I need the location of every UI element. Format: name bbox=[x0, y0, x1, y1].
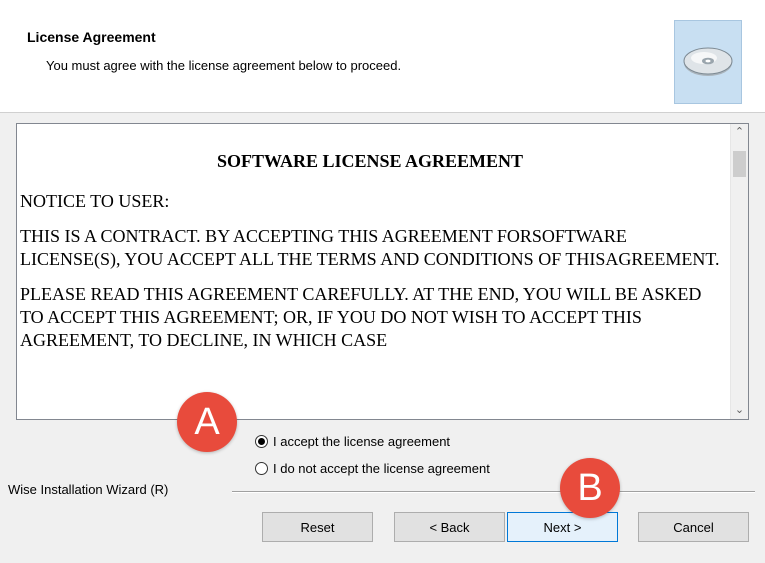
license-paragraph: PLEASE READ THIS AGREEMENT CAREFULLY. AT… bbox=[20, 284, 702, 350]
back-button[interactable]: < Back bbox=[394, 512, 505, 542]
page-title: License Agreement bbox=[27, 29, 156, 45]
license-text-box[interactable]: SOFTWARE LICENSE AGREEMENT NOTICE TO USE… bbox=[16, 123, 749, 420]
license-title: SOFTWARE LICENSE AGREEMENT bbox=[216, 151, 524, 171]
decline-radio[interactable] bbox=[255, 461, 268, 475]
wizard-brand-label: Wise Installation Wizard (R) bbox=[8, 482, 173, 497]
vertical-scrollbar[interactable]: ⌃ ⌄ bbox=[730, 124, 748, 419]
cd-disc-icon bbox=[674, 20, 742, 104]
scroll-down-icon[interactable]: ⌄ bbox=[731, 402, 748, 419]
scroll-up-icon[interactable]: ⌃ bbox=[731, 124, 748, 141]
footer-separator bbox=[232, 491, 755, 493]
decline-radio-option[interactable]: I do not accept the license agreement bbox=[255, 458, 490, 478]
accept-radio-option[interactable]: I accept the license agreement bbox=[255, 431, 450, 451]
next-button[interactable]: Next > bbox=[507, 512, 618, 542]
license-paragraph: NOTICE TO USER: bbox=[20, 191, 170, 211]
reset-button[interactable]: Reset bbox=[262, 512, 373, 542]
page-subtitle: You must agree with the license agreemen… bbox=[46, 58, 402, 73]
license-text: SOFTWARE LICENSE AGREEMENT NOTICE TO USE… bbox=[17, 124, 730, 419]
license-paragraph: THIS IS A CONTRACT. BY ACCEPTING THIS AG… bbox=[20, 226, 720, 269]
accept-radio[interactable] bbox=[255, 434, 268, 448]
accept-radio-label[interactable]: I accept the license agreement bbox=[273, 434, 450, 449]
scroll-thumb[interactable] bbox=[733, 151, 746, 177]
dialog-header: License Agreement You must agree with th… bbox=[0, 0, 765, 113]
annotation-badge-a: A bbox=[177, 392, 237, 452]
annotation-badge-b: B bbox=[560, 458, 620, 518]
cancel-button[interactable]: Cancel bbox=[638, 512, 749, 542]
decline-radio-label[interactable]: I do not accept the license agreement bbox=[273, 461, 490, 476]
